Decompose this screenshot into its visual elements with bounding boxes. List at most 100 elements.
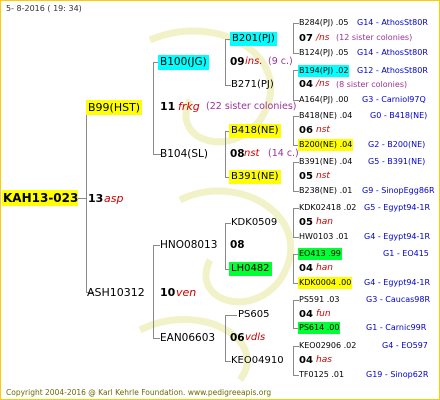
g1-sister-note: (22 sister colonies)	[206, 101, 297, 112]
g1-number: 11	[160, 100, 176, 113]
g3-number: 04	[299, 79, 313, 90]
g2-number: 06	[230, 332, 245, 344]
g4-queen[interactable]: A164(PJ) .00	[299, 96, 348, 104]
date-stamp: 5- 8-2016 ( 19: 34)	[6, 4, 82, 13]
g3-queen[interactable]: B418(NE)	[229, 124, 281, 138]
root-number: 13	[88, 192, 104, 205]
g3-queen[interactable]: PS605	[238, 310, 269, 320]
g1-queen[interactable]: ASH10312	[87, 287, 145, 298]
g3-insemination: han	[316, 217, 333, 227]
g3-queen[interactable]: LH0482	[229, 262, 272, 276]
g4-lineage: G1 - Carnic99R	[366, 323, 427, 332]
g4-queen[interactable]: KDK02418 .02	[299, 204, 356, 212]
g2-queen[interactable]: B104(SL)	[160, 149, 208, 160]
g4-lineage: G12 - AthosSt80R	[357, 66, 428, 75]
g4-queen[interactable]: B194(PJ) .02	[298, 65, 350, 77]
g4-lineage: G14 - AthosSt80R	[357, 48, 428, 57]
g4-queen[interactable]: B391(NE) .04	[299, 158, 352, 166]
g3-insemination: /ns	[316, 79, 330, 89]
g3-insemination: fun	[316, 309, 331, 319]
g4-lineage: G9 - SinopEgg86R	[362, 186, 435, 195]
g4-lineage: G19 - Sinop62R	[366, 370, 429, 379]
connector	[225, 315, 226, 361]
g1-queen[interactable]: B99(HST)	[86, 100, 143, 115]
g3-queen[interactable]: KDK0509	[231, 218, 277, 228]
g4-lineage: G5 - Egypt94-1R	[364, 203, 431, 212]
g2-insemination: ins.	[245, 56, 263, 67]
connector	[225, 223, 226, 269]
connector	[293, 70, 294, 100]
g2-queen[interactable]: EAN06603	[160, 333, 215, 344]
connector	[153, 245, 160, 246]
g3-number: 07	[299, 33, 313, 44]
connector	[153, 62, 154, 154]
connector	[293, 254, 294, 283]
connector	[225, 39, 226, 85]
g4-lineage: G4 - EO597	[382, 341, 428, 350]
g4-queen[interactable]: KEO02906 .02	[299, 342, 356, 350]
g2-number: 08	[230, 148, 245, 160]
connector	[293, 23, 294, 53]
g3-sister-note: (12 sister colonies)	[336, 33, 413, 42]
root-queen[interactable]: KAH13-023	[2, 190, 78, 206]
g2-queen[interactable]: HNO08013	[160, 240, 217, 251]
g3-insemination: nst	[316, 171, 330, 181]
g4-lineage: G4 - Egypt94-1R	[364, 278, 431, 287]
root-insemination: asp	[104, 192, 124, 205]
connector	[153, 338, 160, 339]
g3-queen[interactable]: B271(PJ)	[231, 80, 274, 90]
g3-insemination: has	[316, 355, 332, 365]
g3-number: 04	[299, 263, 313, 274]
g1-number: 10	[160, 286, 176, 299]
connector	[293, 346, 294, 375]
g3-number: 04	[299, 309, 313, 320]
g4-queen[interactable]: B200(NE) .04	[298, 139, 354, 151]
g4-lineage: G14 - AthosSt80R	[357, 18, 428, 27]
g4-queen[interactable]: KDK0004 .00	[298, 277, 353, 289]
g1-insemination: ven	[176, 286, 197, 299]
g4-queen[interactable]: B124(PJ) .05	[299, 49, 348, 57]
g3-queen[interactable]: B201(PJ)	[230, 32, 277, 46]
g4-queen[interactable]: B284(PJ) .05	[299, 19, 348, 27]
g1-insemination: frkg	[178, 100, 200, 113]
g2-number: 08	[230, 239, 245, 251]
g3-insemination: han	[316, 263, 333, 273]
connector	[225, 315, 237, 316]
g4-lineage: G5 - B391(NE)	[368, 157, 426, 166]
g4-lineage: G2 - B200(NE)	[368, 140, 426, 149]
g3-insemination: /ns	[316, 33, 330, 43]
g2-sister-note: (14 c.)	[268, 148, 299, 159]
g4-lineage: G3 - Carniol97Q	[362, 95, 426, 104]
connector	[293, 208, 294, 237]
connector	[86, 107, 87, 292]
connector	[153, 245, 154, 338]
copyright-footer: Copyright 2004-2016 @ Karl Kehrle Founda…	[6, 388, 272, 397]
connector	[293, 300, 294, 328]
g3-queen[interactable]: B391(NE)	[229, 170, 281, 184]
g4-queen[interactable]: B418(NE) .04	[299, 112, 352, 120]
g4-queen[interactable]: EO413 .99	[298, 248, 342, 260]
g4-lineage: G1 - EO415	[383, 249, 429, 258]
g4-lineage: G3 - Caucas98R	[366, 295, 431, 304]
g2-insemination: nst	[244, 148, 260, 159]
g3-queen[interactable]: KEO04910	[231, 356, 284, 366]
g4-queen[interactable]: PS591 .03	[299, 296, 339, 304]
g4-queen[interactable]: B238(NE) .01	[299, 187, 352, 195]
g4-queen[interactable]: TF0125 .01	[299, 371, 344, 379]
g3-number: 05	[299, 171, 313, 182]
g4-queen[interactable]: HW0103 .01	[299, 233, 349, 241]
connector	[78, 198, 86, 199]
g2-queen[interactable]: B100(JG)	[158, 55, 209, 70]
g2-insemination: vdls	[245, 332, 266, 343]
g4-lineage: G0 - B418(NE)	[370, 111, 428, 120]
g2-number: 09	[230, 56, 245, 68]
g4-queen[interactable]: PS614 .00	[298, 322, 341, 334]
connector	[293, 116, 294, 145]
g3-insemination: nst	[316, 125, 330, 135]
g3-number: 04	[299, 355, 313, 366]
g3-number: 06	[299, 125, 313, 136]
g3-number: 05	[299, 217, 313, 228]
g2-sister-note: (9 c.)	[268, 56, 293, 67]
g4-lineage: G4 - Egypt94-1R	[364, 232, 431, 241]
connector	[225, 131, 226, 177]
